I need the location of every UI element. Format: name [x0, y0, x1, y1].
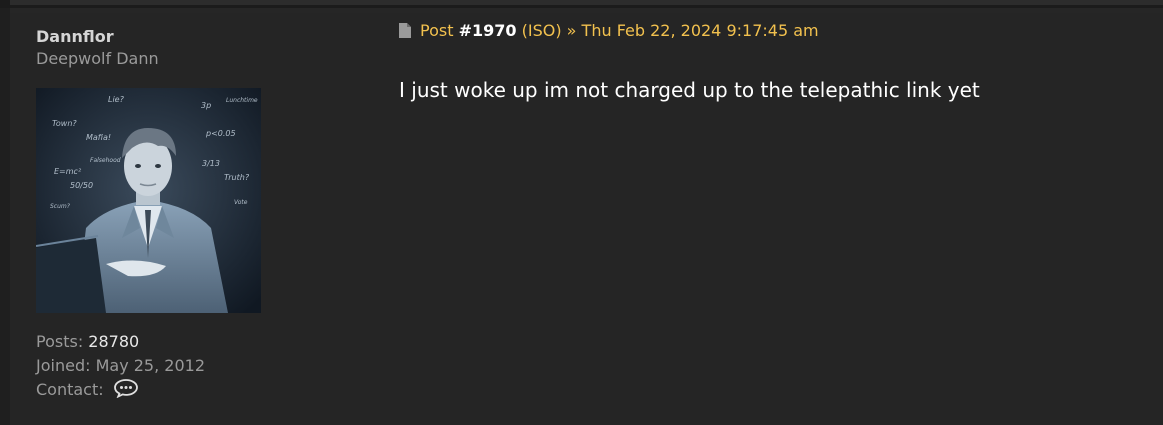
svg-text:50/50: 50/50	[70, 181, 93, 190]
svg-text:Falsehood: Falsehood	[90, 157, 121, 164]
svg-text:Mafia!: Mafia!	[86, 133, 111, 142]
post-link[interactable]: Post #1970	[420, 21, 517, 40]
post-profile: Dannflor Deepwolf Dann Lie? 3p Lunchtime…	[36, 27, 366, 399]
contact-label: Contact:	[36, 380, 104, 399]
previous-post-bar	[10, 0, 1163, 5]
svg-text:Town?: Town?	[52, 119, 77, 128]
svg-text:Scum?: Scum?	[50, 203, 71, 210]
posts-stat: Posts: 28780	[36, 330, 366, 354]
joined-label: Joined:	[36, 356, 91, 375]
post-container: Dannflor Deepwolf Dann Lie? 3p Lunchtime…	[10, 13, 1163, 425]
avatar[interactable]: Lie? 3p Lunchtime Town? Mafia! p<0.05 E=…	[36, 88, 261, 313]
svg-text:E=mc²: E=mc²	[54, 167, 82, 176]
document-icon[interactable]	[399, 23, 411, 38]
joined-date: May 25, 2012	[95, 356, 205, 375]
contact-stat: Contact:	[36, 378, 366, 402]
svg-text:p<0.05: p<0.05	[205, 129, 236, 138]
posts-label: Posts:	[36, 332, 84, 351]
svg-text:Lie?: Lie?	[108, 95, 125, 104]
svg-text:3/13: 3/13	[202, 159, 220, 168]
joined-stat: Joined: May 25, 2012	[36, 354, 366, 378]
svg-text:3p: 3p	[201, 101, 211, 110]
posts-count-link[interactable]: 28780	[88, 332, 139, 351]
previous-post-edge	[0, 0, 1163, 8]
post-word: Post	[420, 21, 454, 40]
svg-text:Truth?: Truth?	[224, 173, 250, 182]
page: Dannflor Deepwolf Dann Lie? 3p Lunchtime…	[0, 0, 1163, 425]
post-timestamp: Thu Feb 22, 2024 9:17:45 am	[581, 21, 819, 40]
post-separator: »	[566, 21, 577, 40]
post-body: I just woke up im not charged up to the …	[399, 78, 980, 102]
iso-link[interactable]: (ISO)	[522, 21, 562, 40]
username-link[interactable]: Dannflor	[36, 27, 366, 47]
svg-text:Vote: Vote	[234, 199, 248, 206]
left-rail	[0, 8, 10, 425]
svg-text:Lunchtime: Lunchtime	[226, 97, 258, 104]
profile-stats: Posts: 28780 Joined: May 25, 2012 Contac…	[36, 330, 366, 402]
post-header: Post #1970 (ISO) » Thu Feb 22, 2024 9:17…	[399, 20, 819, 42]
speech-bubble-icon[interactable]	[113, 378, 139, 398]
user-rank: Deepwolf Dann	[36, 49, 159, 68]
post-number: #1970	[458, 21, 517, 40]
